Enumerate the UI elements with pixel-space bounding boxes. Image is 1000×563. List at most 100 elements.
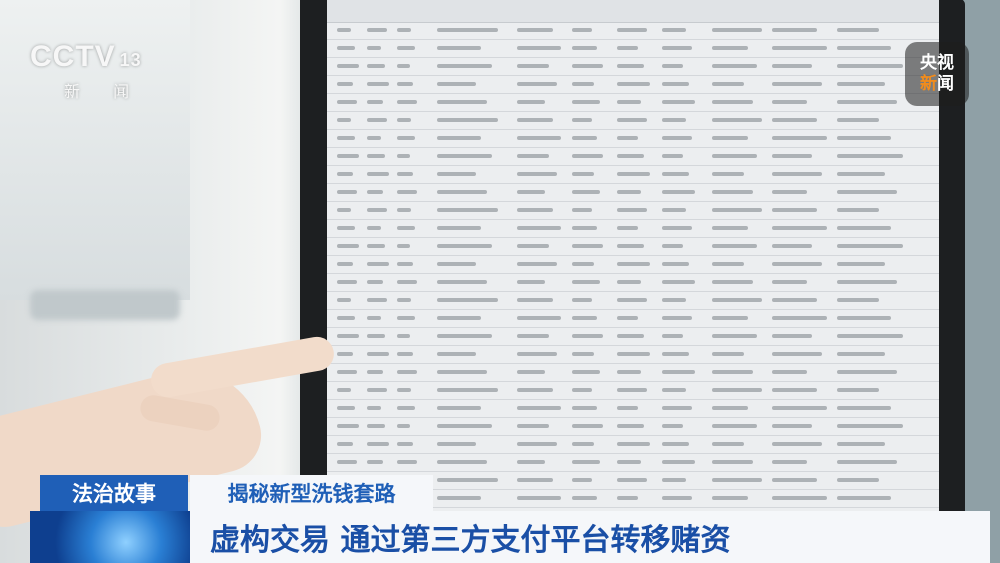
spreadsheet-row <box>327 58 939 76</box>
spreadsheet-row <box>327 166 939 184</box>
blurred-cell-text <box>572 244 603 248</box>
blurred-cell-text <box>712 64 757 68</box>
blurred-cell-text <box>517 46 561 50</box>
spreadsheet-row <box>327 40 939 58</box>
spreadsheet-row <box>327 202 939 220</box>
badge-line2-highlight: 新 <box>920 74 937 94</box>
blurred-cell-text <box>772 298 817 302</box>
blurred-cell-text <box>837 64 903 68</box>
blurred-cell-text <box>662 190 695 194</box>
spreadsheet-row <box>327 130 939 148</box>
blurred-cell-text <box>712 388 762 392</box>
monitor-screen <box>327 0 939 520</box>
blurred-cell-text <box>437 370 487 374</box>
blurred-cell-text <box>437 316 481 320</box>
blurred-cell-text <box>712 100 753 104</box>
blurred-cell-text <box>517 298 553 302</box>
blurred-cell-text <box>712 370 753 374</box>
blurred-cell-text <box>437 460 487 464</box>
blurred-cell-text <box>712 172 744 176</box>
blurred-cell-text <box>662 154 683 158</box>
blurred-cell-text <box>772 172 822 176</box>
blurred-cell-text <box>617 262 650 266</box>
spreadsheet-row <box>327 256 939 274</box>
blurred-cell-text <box>337 262 353 266</box>
blurred-cell-text <box>397 136 415 140</box>
blurred-cell-text <box>662 406 692 410</box>
blurred-cell-text <box>572 460 600 464</box>
blurred-cell-text <box>367 64 385 68</box>
blurred-cell-text <box>837 28 879 32</box>
blurred-cell-text <box>617 190 641 194</box>
blurred-cell-text <box>397 172 414 176</box>
blurred-cell-text <box>337 46 355 50</box>
blurred-cell-text <box>662 244 683 248</box>
spreadsheet-row <box>327 274 939 292</box>
blurred-cell-text <box>837 226 891 230</box>
logo-subtitle: 新 闻 <box>64 82 144 101</box>
blurred-cell-text <box>712 82 744 86</box>
blurred-cell-text <box>712 226 748 230</box>
blurred-cell-text <box>617 208 647 212</box>
blurred-cell-text <box>517 316 561 320</box>
blurred-cell-text <box>437 352 476 356</box>
blurred-cell-text <box>572 280 600 284</box>
blurred-cell-text <box>617 298 647 302</box>
blurred-cell-text <box>662 118 686 122</box>
blurred-cell-text <box>337 334 359 338</box>
blurred-cell-text <box>572 442 595 446</box>
blurred-cell-text <box>837 136 891 140</box>
spreadsheet-row <box>327 184 939 202</box>
blurred-cell-text <box>397 46 415 50</box>
blurred-cell-text <box>517 262 557 266</box>
blurred-cell-text <box>437 100 487 104</box>
blurred-cell-text <box>337 172 353 176</box>
blurred-cell-text <box>617 334 644 338</box>
blurred-cell-text <box>617 280 641 284</box>
blurred-cell-text <box>572 298 592 302</box>
blurred-cell-text <box>397 406 415 410</box>
blurred-cell-text <box>617 460 641 464</box>
blurred-cell-text <box>712 406 748 410</box>
blurred-cell-text <box>837 46 891 50</box>
blurred-cell-text <box>517 118 553 122</box>
blurred-cell-text <box>517 334 549 338</box>
blurred-cell-text <box>662 28 686 32</box>
blurred-cell-text <box>837 406 891 410</box>
blurred-cell-text <box>712 262 744 266</box>
blurred-cell-text <box>712 298 762 302</box>
blurred-cell-text <box>772 28 817 32</box>
blurred-cell-text <box>772 154 812 158</box>
blurred-cell-text <box>662 370 695 374</box>
blurred-cell-text <box>837 154 903 158</box>
spreadsheet-row <box>327 220 939 238</box>
blurred-cell-text <box>617 244 644 248</box>
blurred-cell-text <box>397 190 417 194</box>
spreadsheet-row <box>327 346 939 364</box>
spreadsheet-row <box>327 364 939 382</box>
blurred-cell-text <box>662 280 695 284</box>
badge-line2: 新闻 <box>920 74 954 95</box>
blurred-cell-text <box>712 424 757 428</box>
blurred-cell-text <box>837 352 885 356</box>
blurred-cell-text <box>712 316 748 320</box>
spreadsheet-row <box>327 418 939 436</box>
blurred-cell-text <box>662 460 695 464</box>
spreadsheet-row <box>327 382 939 400</box>
blurred-cell-text <box>662 388 686 392</box>
blurred-cell-text <box>772 262 822 266</box>
blurred-cell-text <box>517 460 545 464</box>
blurred-cell-text <box>367 82 389 86</box>
blurred-cell-text <box>617 442 650 446</box>
blurred-cell-text <box>772 226 827 230</box>
blurred-cell-text <box>397 442 414 446</box>
blurred-cell-text <box>397 118 412 122</box>
blurred-cell-text <box>772 424 812 428</box>
blurred-cell-text <box>437 46 481 50</box>
blurred-cell-text <box>662 226 692 230</box>
blurred-cell-text <box>437 172 476 176</box>
blurred-cell-text <box>367 262 389 266</box>
blurred-cell-text <box>712 190 753 194</box>
blurred-cell-text <box>617 46 638 50</box>
blurred-cell-text <box>572 154 603 158</box>
